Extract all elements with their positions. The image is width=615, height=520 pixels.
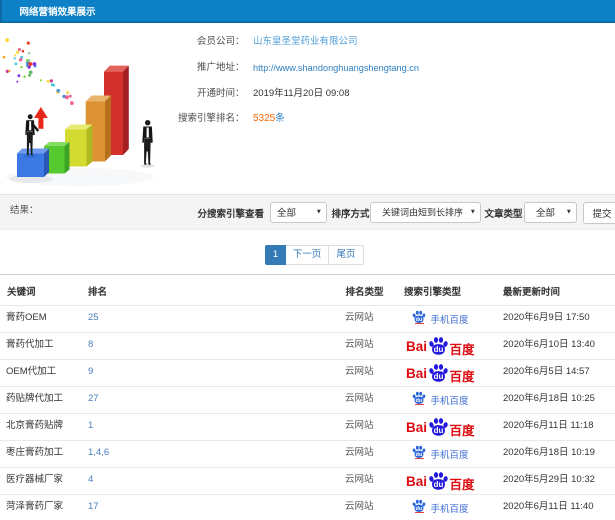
svg-text:du: du [416, 398, 423, 404]
svg-text:du: du [416, 452, 423, 458]
svg-text:du: du [416, 506, 423, 512]
svg-text:du: du [416, 317, 423, 323]
svg-text:du: du [434, 345, 444, 354]
svg-text:du: du [434, 480, 444, 489]
svg-text:du: du [434, 372, 444, 381]
svg-text:du: du [434, 426, 444, 435]
